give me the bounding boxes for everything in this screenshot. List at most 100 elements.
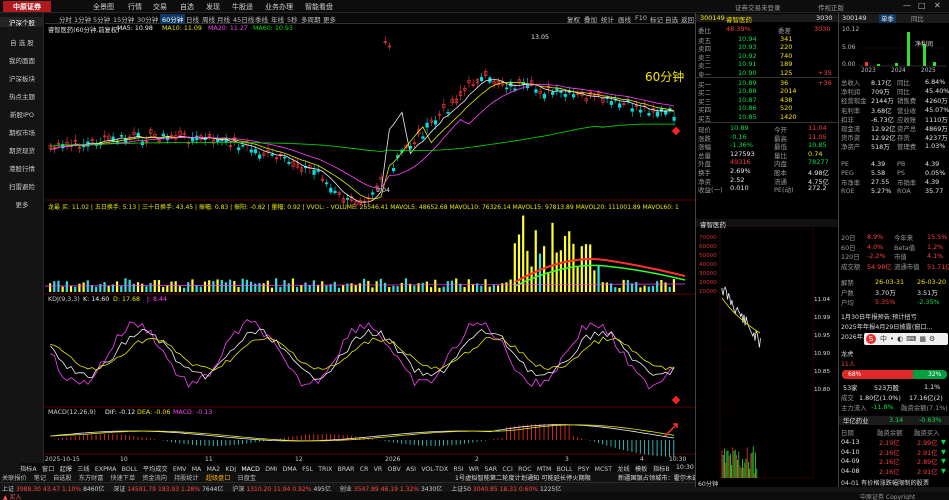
level-volume: 520 [780, 104, 793, 113]
sidebar-item-hk[interactable]: 港股行情 [0, 163, 44, 173]
period-30min[interactable]: 30分钟 [137, 14, 158, 24]
tool-add-watch[interactable]: 自选 [665, 14, 678, 24]
news-ticker[interactable]: 1号虚拟智能第二轮度计划通知 可能延长停火期限 [455, 473, 591, 482]
fund-tab-quarter[interactable]: 单季 [879, 14, 896, 23]
volume-bar [471, 284, 475, 292]
sidebar-item-more[interactable]: 更多 [0, 199, 44, 209]
login-status[interactable]: 证券交易未登录 [735, 2, 781, 12]
volume-bar [492, 284, 495, 292]
stat-label: 收益(一) [698, 186, 723, 195]
maximize-icon[interactable]: □ [918, 1, 926, 10]
sidebar-item-ipo[interactable]: 新股IPO [0, 109, 44, 119]
sidebar-item-sectors[interactable]: 沪深板块 [0, 73, 44, 83]
bid-row[interactable]: 买三 10.87 438 [696, 96, 839, 106]
floating-input-toolbar[interactable]: S 中•◐⌨▦⚙ [864, 333, 948, 345]
period-45day[interactable]: 45日线 [233, 14, 254, 24]
ask-row[interactable]: 卖五 10.94 341 [696, 35, 839, 45]
sidebar-item-my-page[interactable]: 我的面面 [0, 55, 44, 65]
bottom-tab[interactable]: 笔记 [34, 475, 46, 482]
close-icon[interactable]: ✕ [934, 1, 941, 10]
kline-chart-area[interactable]: 睿智医药(60分钟,前复权) MA5: 10.98 MA10: 11.09 MA… [45, 24, 695, 464]
period-week[interactable]: 周线 [202, 14, 215, 24]
fund-tab-yoy[interactable]: 同比 [911, 14, 924, 23]
volume-bar [65, 281, 68, 292]
sidebar-item-futures[interactable]: 期货现货 [0, 145, 44, 155]
bottom-tab[interactable]: 关联报价 [2, 475, 27, 482]
margin-row[interactable]: 04-09 2.16亿 2.89亿 ▼ [839, 457, 949, 466]
period-quarter[interactable]: 季线 [255, 14, 268, 24]
sidebar-item-watchlist[interactable]: 自 选 股 [0, 37, 44, 47]
bottom-tab[interactable]: 持股统计 [174, 475, 199, 482]
menu-panorama[interactable]: 全景图 [93, 2, 114, 12]
mini-chart-period[interactable]: 60分钟 [698, 479, 718, 488]
menu-quotes[interactable]: 行情 [128, 2, 142, 12]
kline-chart-svg[interactable] [45, 24, 695, 464]
tool-overlay[interactable]: 叠加 [584, 14, 597, 24]
macd-dif-legend: DIF: -0.12 [105, 409, 136, 416]
sidebar-item-options[interactable]: 期权市场 [0, 127, 44, 137]
buy-shortcut[interactable]: ▲ 买入 [3, 492, 22, 500]
bid-row[interactable]: 买四 10.86 520 [696, 104, 839, 114]
candle-body [287, 161, 291, 164]
period-5sec[interactable]: 5秒 [287, 14, 298, 24]
menu-trade[interactable]: 交易 [153, 2, 167, 12]
period-month[interactable]: 月线 [217, 14, 230, 24]
notice-2[interactable]: 2025年年报4月29日披露(窗口... [841, 322, 949, 331]
margin-date: 04-10 [841, 447, 860, 456]
tool-draw[interactable]: 画线 [618, 14, 631, 24]
notice-1[interactable]: 1月30日年报预告:预计扭亏 [841, 312, 917, 321]
ask-row[interactable]: 卖二 10.91 189 [696, 60, 839, 70]
tool-f10[interactable]: F10 [635, 14, 647, 22]
quote-title-row: 300149 睿智医药 3030 [696, 14, 839, 24]
bid-row[interactable]: 买五 10.85 1420 [696, 113, 839, 123]
menu-smart-view[interactable]: 智能看盘 [305, 2, 333, 12]
tool-back[interactable]: 返回 [681, 14, 694, 24]
period-15min[interactable]: 15分钟 [113, 14, 134, 24]
menu-business[interactable]: 业务办理 [265, 2, 293, 12]
bottom-tab[interactable]: 东方财富 [79, 475, 104, 482]
level-price: 10.93 [738, 43, 757, 52]
bid-row[interactable]: 买一 10.89 36 +36 [696, 79, 839, 89]
period-60min[interactable]: 60分钟 [160, 14, 186, 24]
ask-row[interactable]: 卖一 10.90 125 +35 [696, 68, 839, 79]
bottom-tab[interactable]: 日盘宝 [237, 475, 256, 482]
bid-row[interactable]: 买二 10.88 2014 [696, 87, 839, 97]
sidebar-item-stocks[interactable]: 沪深个股 [0, 17, 44, 27]
level-price: 10.90 [738, 68, 757, 77]
input-method-icon[interactable]: S [866, 334, 876, 344]
period-day[interactable]: 日线 [186, 14, 199, 24]
period-intraday[interactable]: 分时 [59, 14, 72, 24]
period-year[interactable]: 年线 [271, 14, 284, 24]
margin-row[interactable]: 04-08 2.16亿 2.91亿 ▼ [839, 467, 949, 476]
minimize-icon[interactable]: — [903, 1, 911, 10]
margin-row[interactable]: 04-10 2.16亿 2.91亿 ▼ [839, 448, 949, 457]
period-1min[interactable]: 1分钟 [74, 14, 91, 24]
margin-row[interactable]: 04-13 2.19亿 2.99亿 ▼ [839, 438, 949, 447]
ask-row[interactable]: 卖三 10.92 740 [696, 52, 839, 62]
bottom-tab[interactable]: 快速下单 [110, 475, 135, 482]
turnover-row: 成交 1.80亿(1.0%) 17.16亿(2) [839, 393, 949, 402]
fund-last-row[interactable]: 04-01 有价格涨跌幅限制的股票 [841, 478, 929, 487]
ask-row[interactable]: 卖四 10.93 220 [696, 43, 839, 53]
menu-watchlist[interactable]: 自选 [180, 2, 194, 12]
bottom-tab[interactable]: 自选股 [53, 475, 72, 482]
sidebar-item-hot-topics[interactable]: 热点主题 [0, 91, 44, 101]
tool-restore[interactable]: 复权 [567, 14, 580, 24]
menu-stock-tips[interactable]: 牛股遥 [232, 2, 253, 12]
tool-stats[interactable]: 统计 [601, 14, 614, 24]
menu-discover[interactable]: 发现 [206, 2, 220, 12]
bottom-tab[interactable]: 资金流向 [142, 475, 167, 482]
period-5min[interactable]: 5分钟 [93, 14, 110, 24]
metric-value-2: 1.03% [925, 142, 946, 151]
bottom-tab[interactable]: 超级盘口 [206, 475, 231, 482]
mini-price-tick: 11.04 [814, 297, 831, 303]
tool-mark[interactable]: 标记 [650, 14, 663, 24]
volume-bar [488, 286, 491, 292]
sector-row[interactable]: 华亿药业 3.14 -0.63% [839, 416, 949, 425]
input-tools-icons[interactable]: 中•◐⌨▦⚙ [880, 334, 938, 344]
stat-value: 2.69% [730, 167, 751, 175]
period-more[interactable]: 更多 [323, 14, 336, 24]
margin-buy: 2.89亿 [917, 458, 938, 466]
sidebar-item-risk[interactable]: 扫雷避险 [0, 181, 44, 191]
period-multi[interactable]: 多周期 [301, 14, 321, 24]
